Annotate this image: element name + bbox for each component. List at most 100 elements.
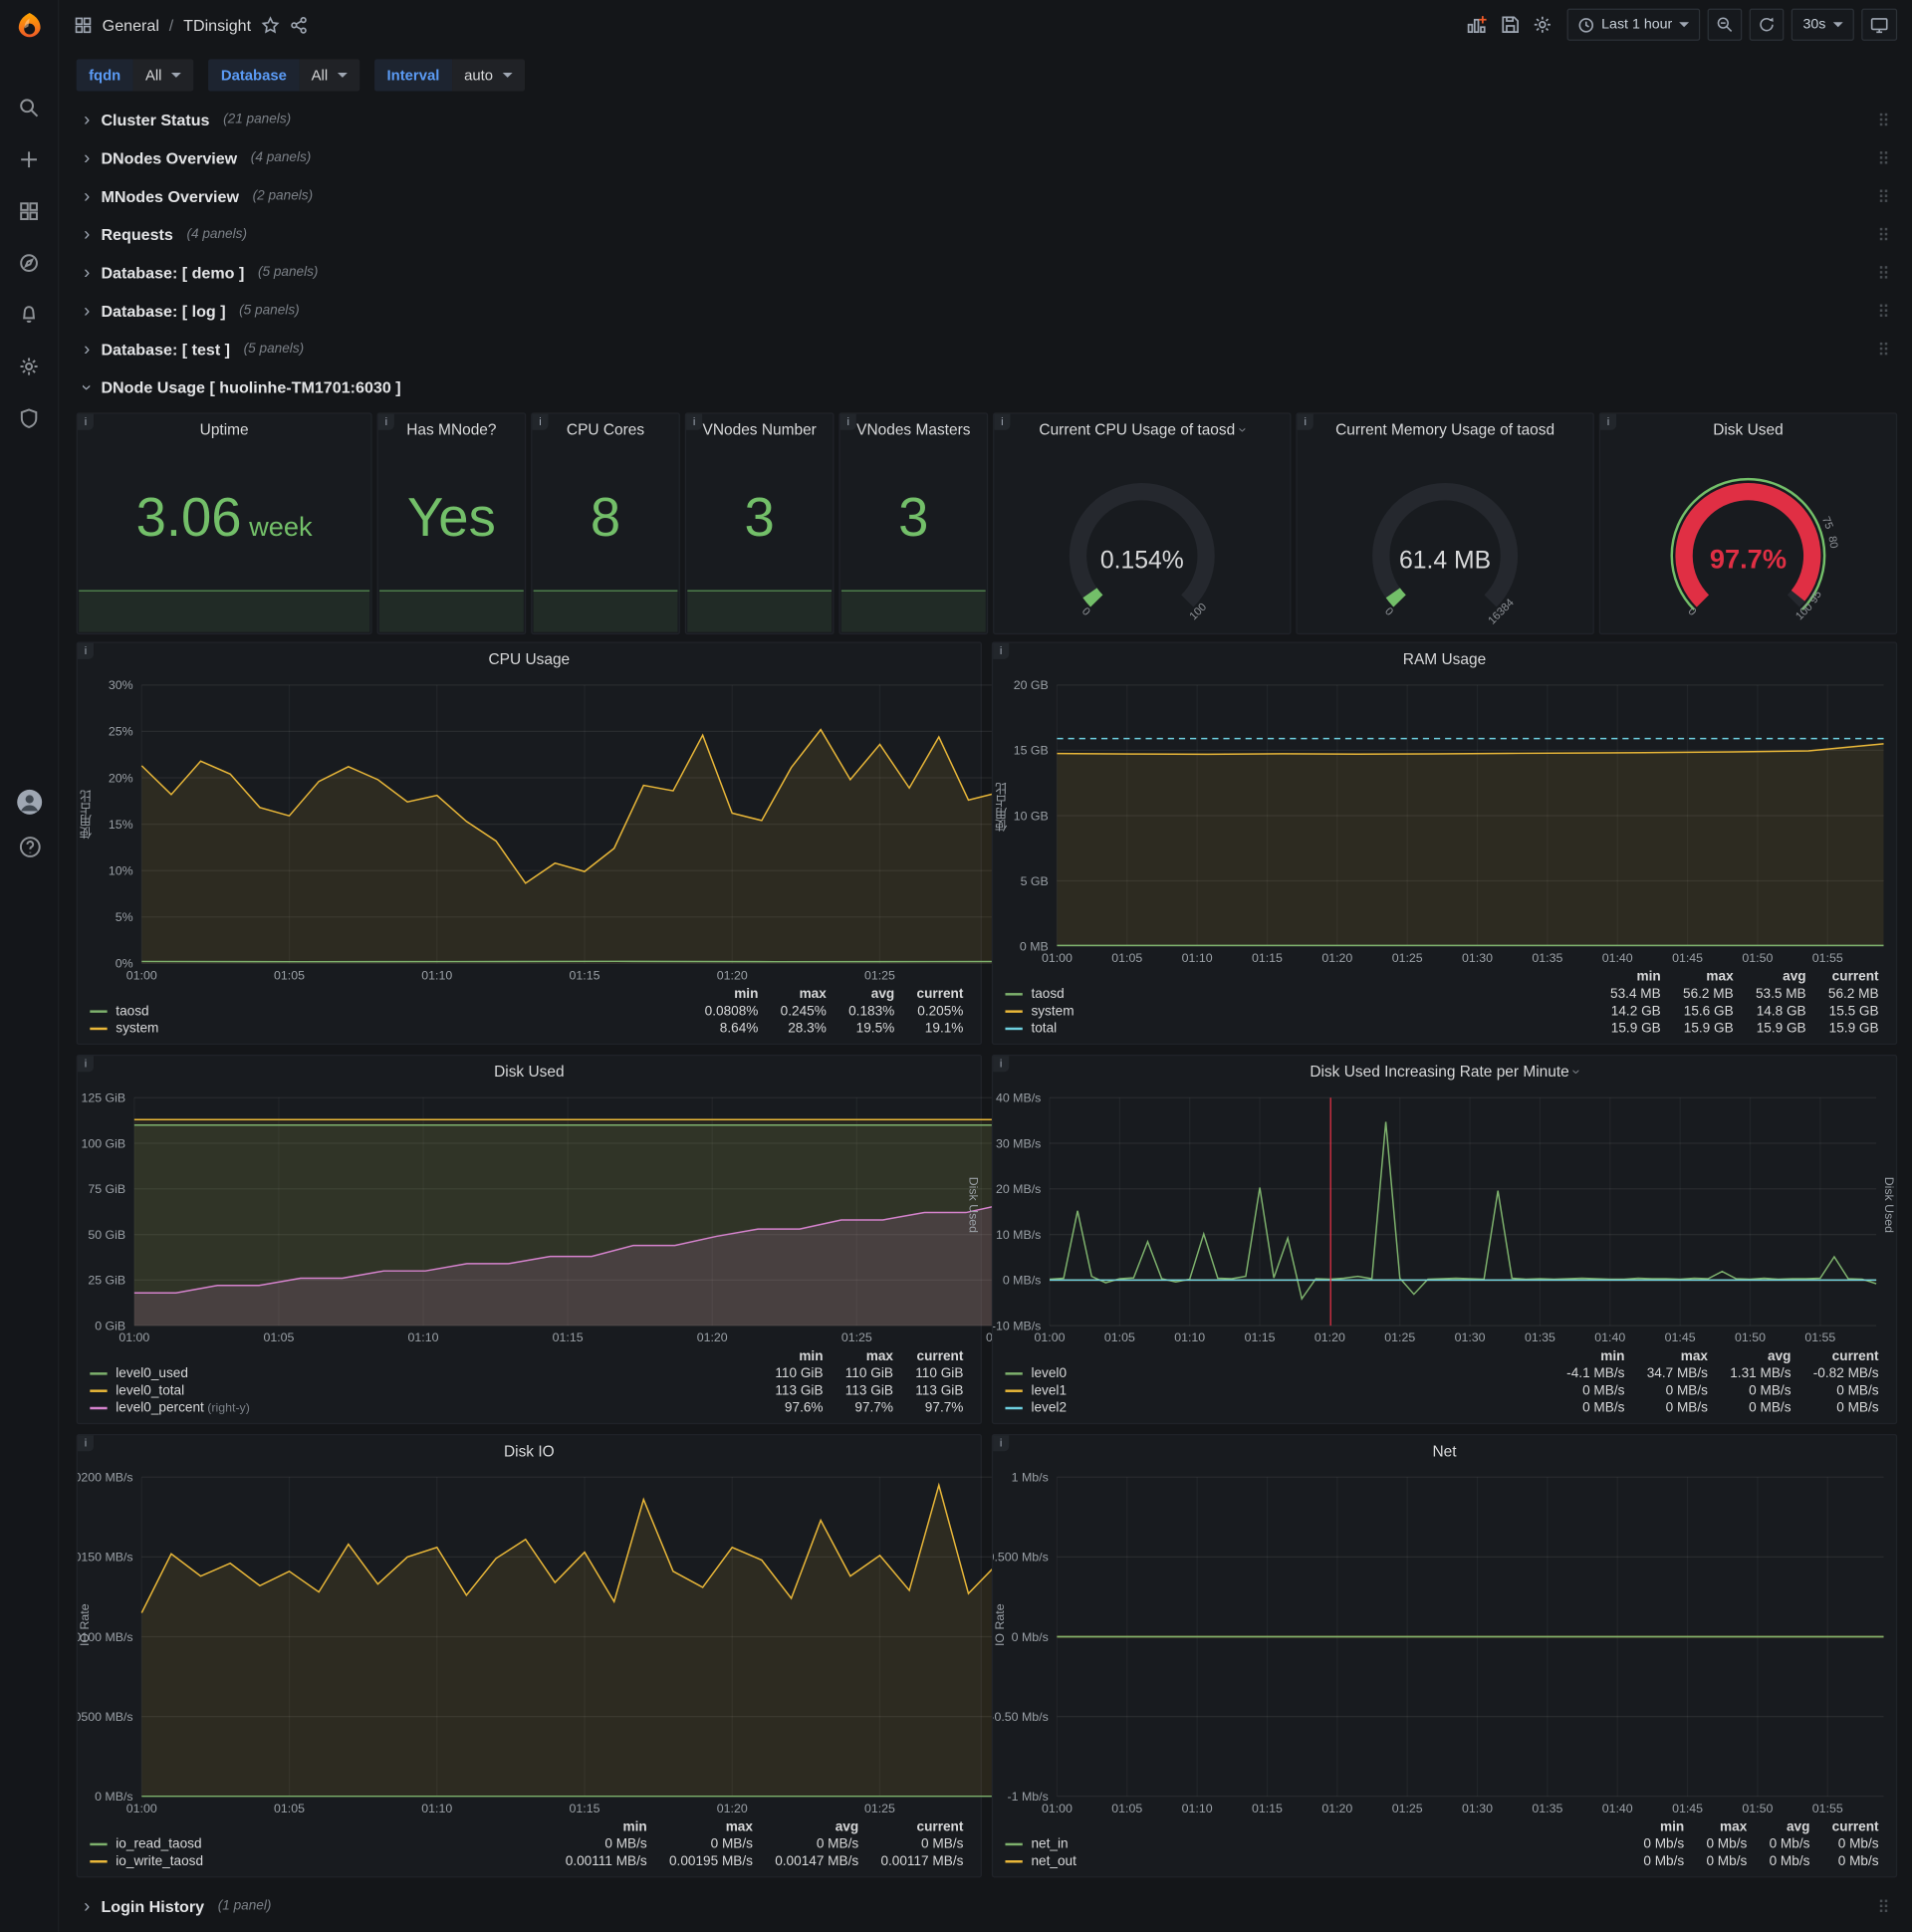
series-name[interactable]: level0 [1031,1366,1067,1381]
dashboard-settings-gear-icon[interactable] [1533,15,1553,35]
legend-column-header[interactable]: current [1811,968,1884,985]
chart-disk-rate[interactable]: 40 MB/s 30 MB/s 20 MB/s 10 MB/s 0 MB/s -10 MB… [992,1087,1896,1347]
panel-info-icon[interactable]: i [77,413,95,430]
panel-title[interactable]: Uptime [78,414,370,446]
chart-cpu-usage[interactable]: 30% 25% 20% 15% 10% 5% 0% 01:00 01:05 01:10 01:15 0… [78,675,1885,986]
legend-column-header[interactable]: avg [1713,1347,1796,1364]
refresh-interval-picker[interactable]: 30s [1792,8,1854,41]
series-name[interactable]: level1 [1031,1383,1067,1398]
series-name[interactable]: io_read_taosd [116,1837,201,1852]
series-name[interactable]: net_out [1031,1854,1076,1869]
panel-title[interactable]: Disk IO [78,1435,981,1467]
search-icon[interactable] [15,94,42,121]
series-name[interactable]: taosd [1031,987,1064,1002]
gauge-current-memory-usage-of-taosd[interactable]: 0 16384 61.4 MB [1298,446,1593,633]
variable-database-select[interactable]: All [299,59,360,92]
panel-title[interactable]: Current Memory Usage of taosd [1298,414,1593,446]
panel-info-icon[interactable]: i [839,413,856,430]
legend-column-header[interactable]: max [1629,1347,1713,1364]
panel-info-icon[interactable]: i [532,413,549,430]
panel-info-icon[interactable]: i [377,413,394,430]
row-drag-handle[interactable] [1879,150,1890,165]
gauge-current-cpu-usage-of-taosd[interactable]: 0 100 0.154% [994,446,1290,633]
row-drag-handle[interactable] [1879,188,1890,203]
legend-column-header[interactable]: current [1795,1347,1883,1364]
row-dnodes-overview[interactable]: › DNodes Overview (4 panels) [77,139,1897,176]
panel-info-icon[interactable]: i [993,1435,1010,1452]
panel-info-icon[interactable]: i [994,413,1011,430]
legend-column-header[interactable]: min [1626,1818,1689,1835]
row-dnode-usage[interactable]: › DNode Usage [ huolinhe-TM1701:6030 ] [77,368,1897,405]
gauge-disk-used[interactable]: 0 75 80 95 100 97.7% [1600,446,1896,633]
series-name[interactable]: system [1031,1004,1074,1019]
chart-net[interactable]: 1 Mb/s 0.500 Mb/s 0 Mb/s -0.50 Mb/s -1 Mb/s 0… [988,1467,1896,1818]
legend-column-header[interactable]: min [687,986,763,1003]
refresh-button[interactable] [1750,8,1785,41]
legend-column-header[interactable]: current [898,1347,968,1364]
save-dashboard-icon[interactable] [1501,15,1521,35]
breadcrumb-folder[interactable]: General [103,15,159,34]
legend-column-header[interactable]: max [1666,968,1739,985]
panel-title[interactable]: CPU Usage [78,643,981,675]
help-icon[interactable] [16,833,43,859]
panel-info-icon[interactable]: i [993,642,1010,659]
legend-column-header[interactable]: min [758,1347,828,1364]
panel-info-icon[interactable]: i [77,1056,95,1073]
explore-compass-icon[interactable] [15,249,42,276]
legend-column-header[interactable]: min [1550,1347,1630,1364]
breadcrumb-dashboard-title[interactable]: TDinsight [183,15,251,34]
series-name[interactable]: level0_used [116,1366,188,1381]
panel-info-icon[interactable]: i [686,413,703,430]
panel-info-icon[interactable]: i [77,642,95,659]
legend-column-header[interactable]: avg [1739,968,1811,985]
row-drag-handle[interactable] [1879,113,1890,127]
row-requests[interactable]: › Requests (4 panels) [77,215,1897,252]
row-database-test[interactable]: › Database: [ test ] (5 panels) [77,331,1897,367]
row-drag-handle[interactable] [1879,342,1890,357]
series-name[interactable]: level0_percent [116,1401,204,1416]
legend-column-header[interactable]: avg [1752,1818,1814,1835]
series-name[interactable]: net_in [1031,1837,1068,1852]
series-name[interactable]: level2 [1031,1401,1067,1416]
legend-column-header[interactable]: max [828,1347,897,1364]
create-plus-icon[interactable] [15,145,42,172]
legend-column-header[interactable]: current [1814,1818,1883,1835]
chart-disk-io[interactable]: 0.00200 MB/s 0.00150 MB/s 0.00100 MB/s 0.00… [50,1467,1884,1818]
configuration-gear-icon[interactable] [15,353,42,379]
panel-title[interactable]: Has MNode? [378,414,525,446]
chart-disk-used[interactable]: 125 GiB100 GiB75 GiB50 GiB25 GiB0 GiB97.… [78,1087,1883,1347]
legend-column-header[interactable]: max [652,1818,758,1835]
variable-fqdn-select[interactable]: All [132,59,194,92]
legend-column-header[interactable]: min [548,1818,651,1835]
panel-info-icon[interactable]: i [993,1056,1010,1073]
legend-column-header[interactable]: avg [832,986,899,1003]
panel-title[interactable]: RAM Usage [993,643,1896,675]
time-range-picker[interactable]: Last 1 hour [1566,8,1701,41]
chart-ram-usage[interactable]: 20 GB 15 GB 10 GB 5 GB 0 MB 01:00 01:05 01:10 01… [993,675,1896,968]
dashboard-squares-icon[interactable] [74,15,93,34]
row-mnodes-overview[interactable]: › MNodes Overview (2 panels) [77,177,1897,214]
cycle-view-mode-button[interactable] [1861,8,1898,41]
legend-column-header[interactable]: current [899,986,968,1003]
series-name[interactable]: system [116,1022,158,1037]
series-name[interactable]: io_write_taosd [116,1854,203,1869]
row-drag-handle[interactable] [1879,303,1890,318]
dashboards-grid-icon[interactable] [15,197,42,224]
series-name[interactable]: level0_total [116,1383,184,1398]
row-login-history[interactable]: › Login History (1 panel) [77,1887,1897,1924]
add-panel-icon[interactable] [1466,14,1488,36]
zoom-out-button[interactable] [1708,8,1743,41]
panel-title[interactable]: Disk Used Increasing Rate per Minute› [993,1056,1896,1087]
alerting-bell-icon[interactable] [15,301,42,328]
legend-column-header[interactable]: max [763,986,831,1003]
panel-title[interactable]: Disk Used [78,1056,981,1087]
panel-info-icon[interactable]: i [1599,413,1617,430]
grafana-logo[interactable] [0,0,59,54]
panel-title[interactable]: VNodes Number [686,414,833,446]
panel-title[interactable]: CPU Cores [532,414,678,446]
series-name[interactable]: taosd [116,1004,148,1019]
legend-column-header[interactable]: min [1593,968,1666,985]
row-drag-handle[interactable] [1879,1898,1890,1913]
user-avatar[interactable] [16,789,43,816]
row-database-log[interactable]: › Database: [ log ] (5 panels) [77,292,1897,329]
